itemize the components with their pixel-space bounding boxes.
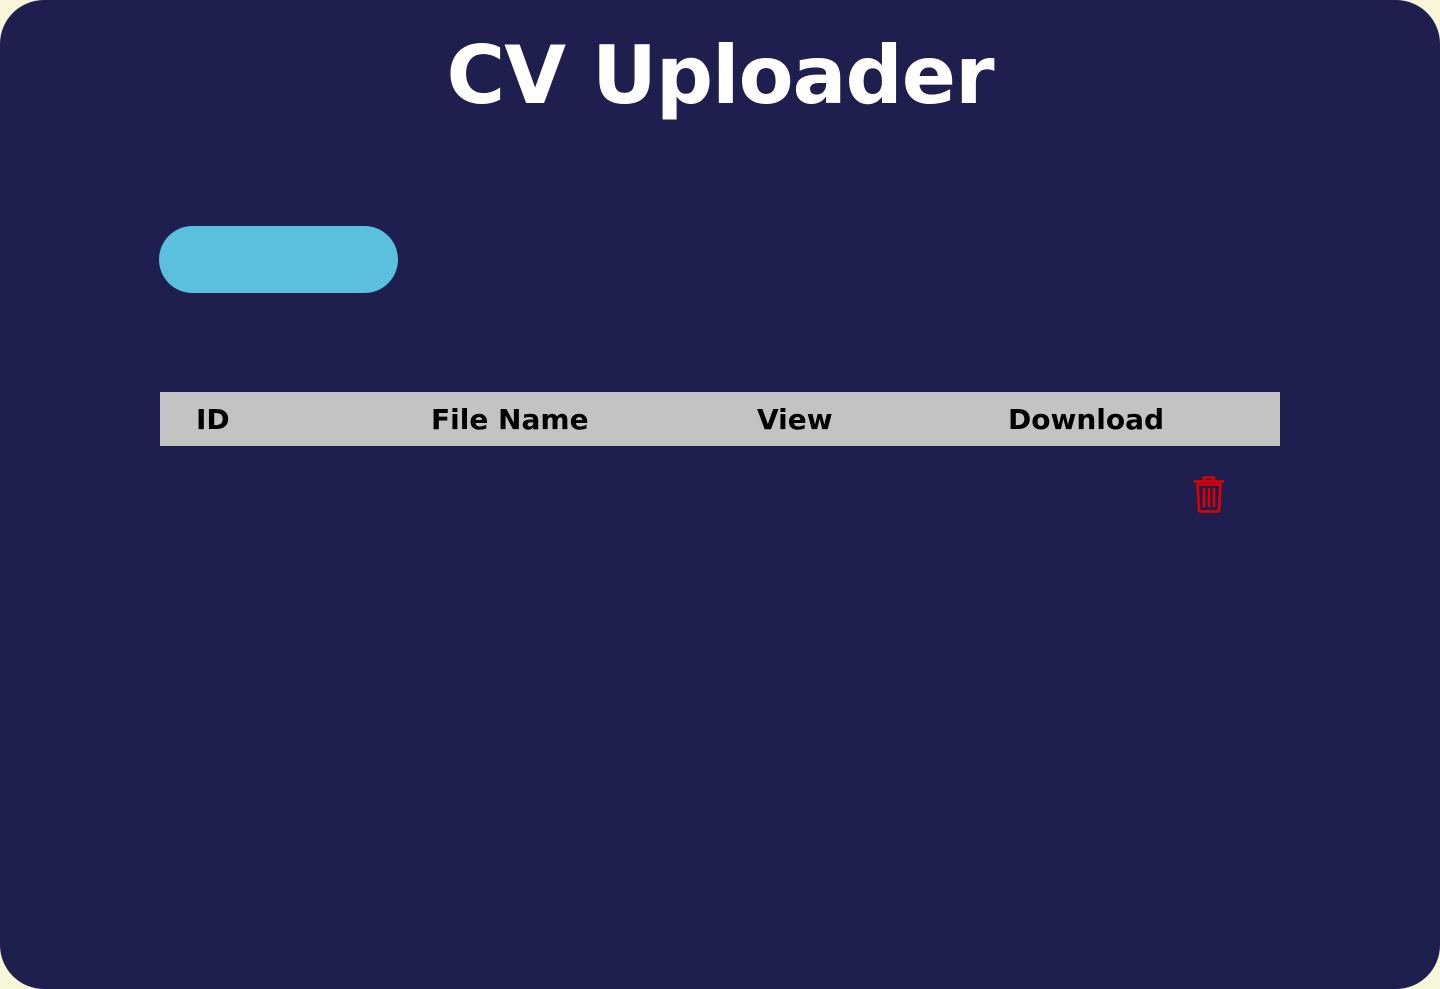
column-header-file-name: File Name (431, 402, 589, 436)
files-table: ID File Name View Download (160, 392, 1280, 446)
column-header-id: ID (196, 402, 230, 436)
column-header-download: Download (1008, 402, 1165, 436)
table-header: ID File Name View Download (160, 392, 1280, 446)
table-header-row: ID File Name View Download (160, 392, 1280, 446)
trash-icon[interactable] (1193, 475, 1225, 513)
upload-button[interactable] (159, 226, 398, 293)
column-header-view: View (757, 402, 833, 436)
app-window: CV Uploader ID File Name View Download (0, 0, 1440, 989)
page-title: CV Uploader (446, 29, 994, 122)
